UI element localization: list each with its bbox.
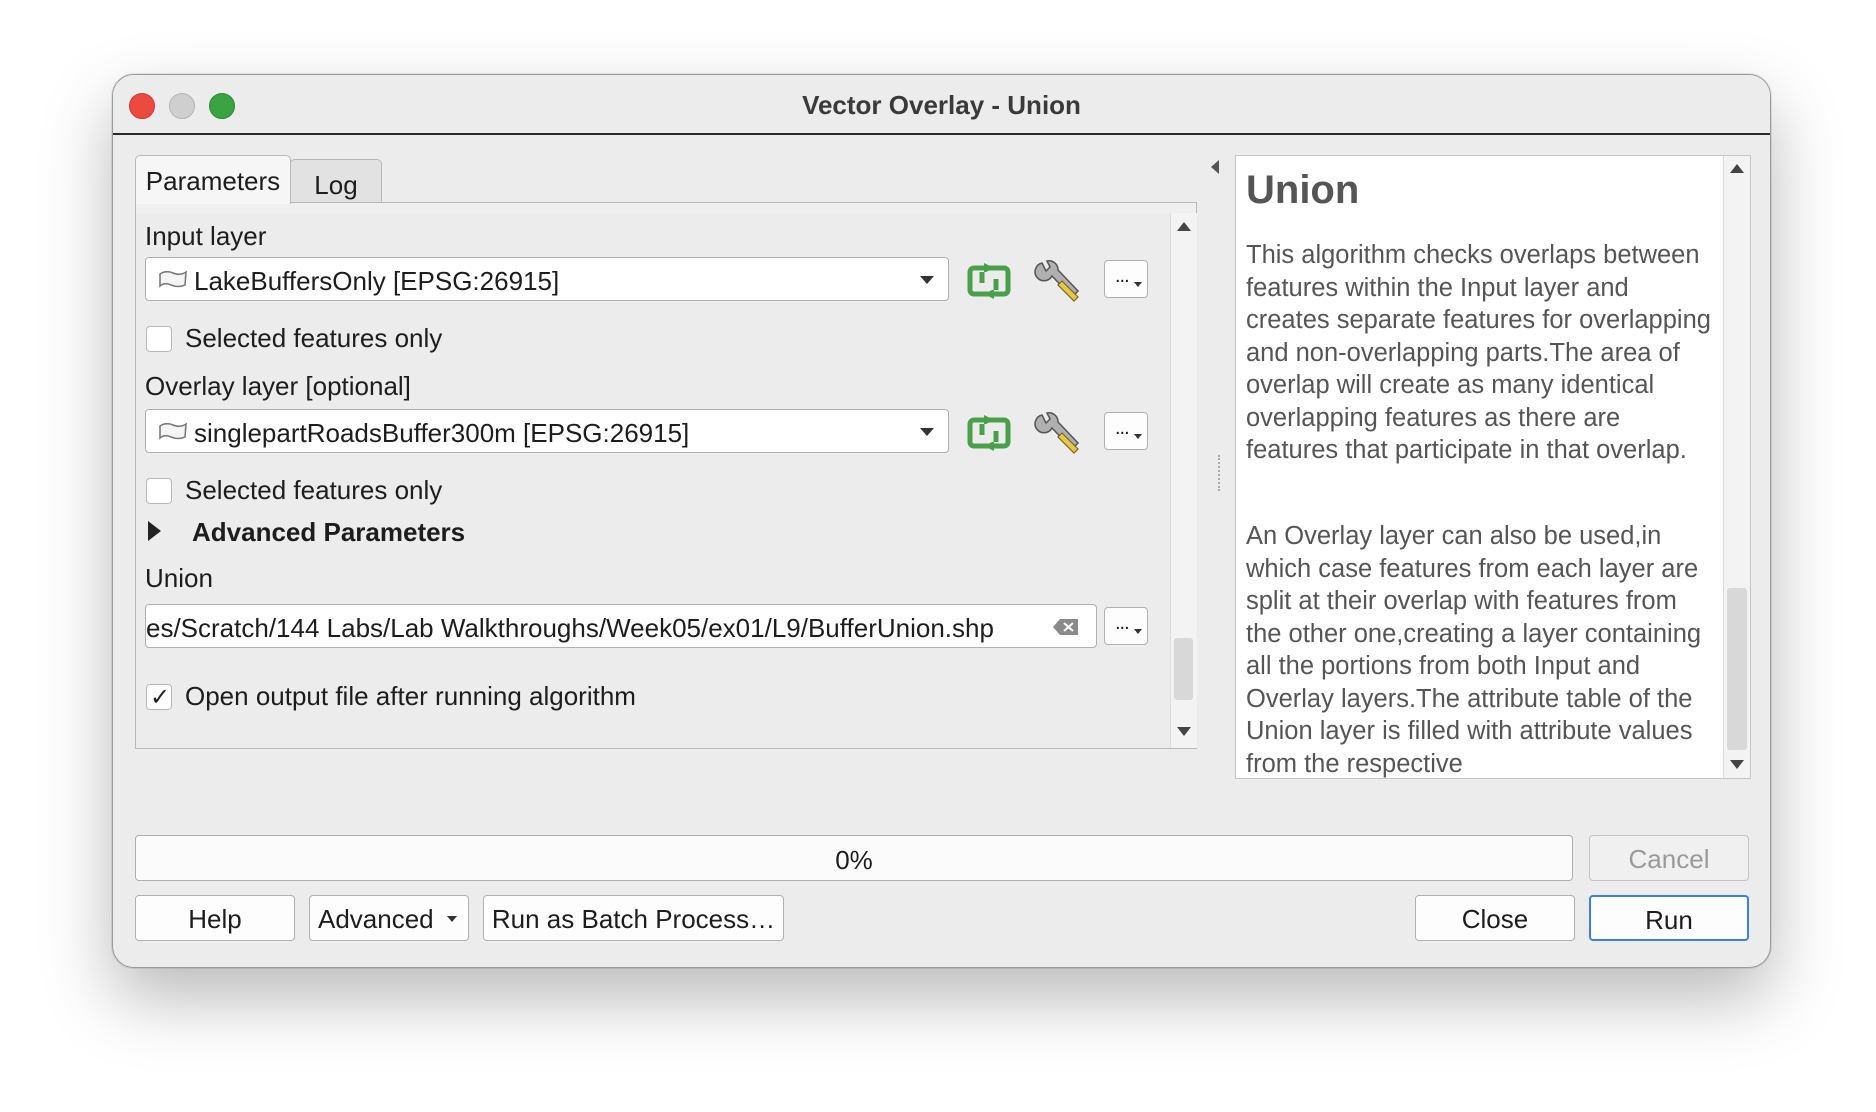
parameters-scroll-area: Input layer LakeBuffersOnly [EPSG:26915] [136, 213, 1170, 748]
close-button-label: Close [1461, 904, 1529, 934]
iterate-features-icon[interactable] [964, 411, 1014, 455]
run-batch-button[interactable]: Run as Batch Process… [483, 895, 784, 941]
tab-parameters[interactable]: Parameters [135, 155, 291, 204]
clear-field-icon[interactable] [1052, 618, 1080, 636]
scroll-down-icon[interactable] [1730, 760, 1744, 769]
run-batch-button-label: Run as Batch Process… [491, 904, 776, 934]
advanced-dropdown-button[interactable]: Advanced [309, 895, 469, 941]
output-file-browse-button[interactable]: ... [1104, 607, 1148, 645]
output-union-label: Union [145, 563, 213, 593]
window-title: Vector Overlay - Union [802, 90, 1081, 120]
splitter-handle[interactable] [1218, 455, 1222, 491]
overlay-selected-only-checkbox[interactable] [146, 478, 172, 504]
chevron-down-icon [920, 276, 934, 284]
input-selected-only-label: Selected features only [185, 323, 443, 353]
cancel-button[interactable]: Cancel [1589, 835, 1749, 881]
input-selected-only-checkbox[interactable] [146, 326, 172, 352]
tab-parameters-label: Parameters [145, 166, 281, 196]
help-panel: Union This algorithm checks overlaps bet… [1235, 155, 1751, 779]
scroll-thumb[interactable] [1174, 638, 1193, 700]
cancel-button-label: Cancel [1628, 844, 1710, 874]
dialog-window: Vector Overlay - Union Parameters Log In… [112, 74, 1771, 968]
wrench-settings-icon[interactable] [1034, 259, 1084, 303]
tab-log[interactable]: Log [290, 159, 382, 204]
progress-bar: 0% [135, 835, 1573, 881]
collapse-help-icon[interactable] [1211, 160, 1219, 174]
open-output-checkbox[interactable]: ✓ [146, 684, 172, 711]
input-layer-value: LakeBuffersOnly [EPSG:26915] [194, 266, 560, 296]
polygon-layer-icon [159, 422, 187, 440]
tab-log-label: Log [314, 170, 358, 200]
polygon-layer-icon [159, 270, 187, 288]
title-bar: Vector Overlay - Union [113, 75, 1770, 135]
dots-label: ... [1115, 417, 1130, 439]
scroll-down-icon[interactable] [1177, 727, 1191, 736]
wrench-settings-icon[interactable] [1034, 411, 1084, 455]
overlay-layer-combo[interactable]: singlepartRoadsBuffer300m [EPSG:26915] [145, 409, 949, 453]
overlay-selected-only-label: Selected features only [185, 475, 443, 505]
dots-label: ... [1115, 612, 1130, 634]
close-button[interactable]: Close [1415, 895, 1575, 941]
help-title: Union [1246, 168, 1360, 212]
overlay-layer-value: singlepartRoadsBuffer300m [EPSG:26915] [194, 418, 690, 448]
help-paragraph-1: This algorithm checks overlaps between f… [1246, 241, 1711, 464]
checkmark-icon: ✓ [150, 684, 171, 711]
scroll-thumb[interactable] [1727, 588, 1747, 750]
chevron-down-icon [920, 428, 934, 436]
run-button-label: Run [1645, 905, 1693, 935]
run-button[interactable]: Run [1589, 895, 1749, 941]
input-layer-combo[interactable]: LakeBuffersOnly [EPSG:26915] [145, 257, 949, 301]
output-file-value: es/Scratch/144 Labs/Lab Walkthroughs/Wee… [146, 613, 994, 643]
scroll-up-icon[interactable] [1177, 222, 1191, 231]
scroll-up-icon[interactable] [1730, 164, 1744, 173]
expand-triangle-icon[interactable] [148, 521, 161, 541]
input-layer-label: Input layer [145, 221, 267, 251]
help-button[interactable]: Help [135, 895, 295, 941]
overlay-layer-label: Overlay layer [optional] [145, 371, 411, 401]
parameters-scrollbar[interactable] [1170, 213, 1197, 748]
dots-label: ... [1115, 265, 1130, 287]
advanced-button-label: Advanced [318, 904, 434, 934]
help-scrollbar[interactable] [1723, 156, 1750, 778]
progress-label: 0% [835, 845, 873, 875]
overlay-layer-options-button[interactable]: ... [1104, 412, 1148, 450]
chevron-down-icon [447, 916, 457, 922]
input-layer-options-button[interactable]: ... [1104, 260, 1148, 298]
help-button-label: Help [188, 904, 242, 934]
iterate-features-icon[interactable] [964, 259, 1014, 303]
output-file-field[interactable]: es/Scratch/144 Labs/Lab Walkthroughs/Wee… [145, 604, 1097, 648]
help-paragraph-2: An Overlay layer can also be used,in whi… [1246, 522, 1702, 778]
advanced-parameters-toggle[interactable]: Advanced Parameters [192, 517, 465, 548]
parameters-panel: Input layer LakeBuffersOnly [EPSG:26915] [135, 202, 1197, 749]
open-output-label: Open output file after running algorithm [185, 681, 636, 711]
